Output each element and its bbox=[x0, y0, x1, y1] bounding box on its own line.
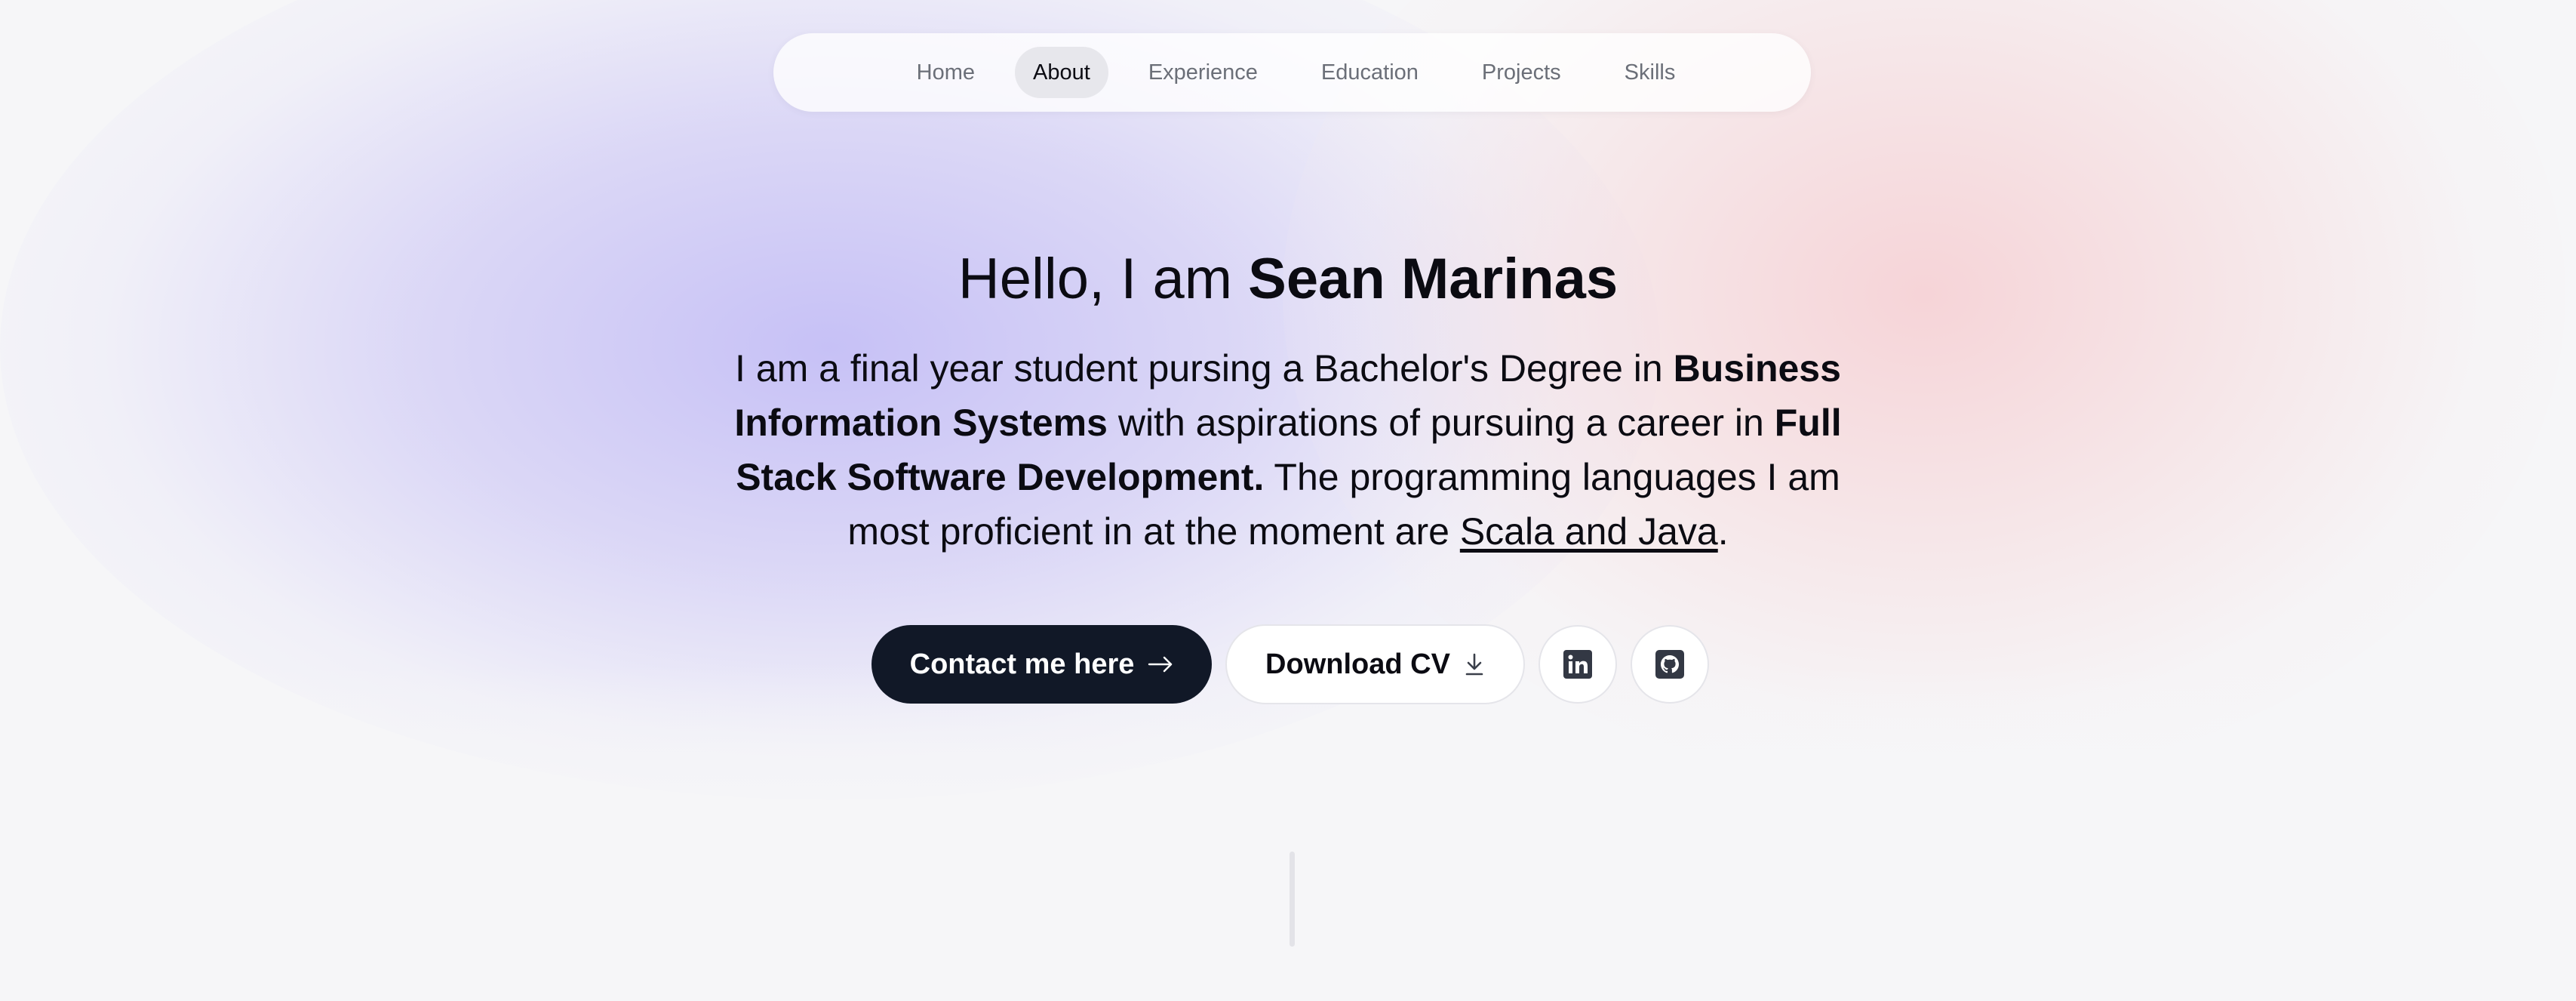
background-fade bbox=[0, 664, 2576, 1001]
github-button[interactable] bbox=[1631, 625, 1709, 704]
nav-item-education[interactable]: Education bbox=[1298, 47, 1442, 98]
contact-button[interactable]: Contact me here bbox=[871, 625, 1212, 704]
hero-intro: I am a final year student pursing a Bach… bbox=[722, 341, 1854, 559]
hero-actions: Contact me here Download CV bbox=[871, 624, 1709, 704]
hero-title: Hello, I am Sean Marinas bbox=[0, 240, 2576, 319]
hero-section: Hello, I am Sean Marinas I am a final ye… bbox=[0, 240, 2576, 559]
nav-item-projects[interactable]: Projects bbox=[1459, 47, 1585, 98]
arrow-right-icon bbox=[1148, 656, 1173, 673]
nav-item-skills[interactable]: Skills bbox=[1601, 47, 1699, 98]
contact-button-label: Contact me here bbox=[909, 648, 1135, 680]
nav-item-about[interactable]: About bbox=[1015, 47, 1108, 98]
intro-languages: Scala and Java bbox=[1459, 510, 1718, 553]
nav-item-experience[interactable]: Experience bbox=[1125, 47, 1281, 98]
download-cv-label: Download CV bbox=[1265, 648, 1450, 680]
download-cv-button[interactable]: Download CV bbox=[1225, 624, 1525, 704]
linkedin-button[interactable] bbox=[1539, 625, 1617, 704]
intro-text-1: I am a final year student pursing a Bach… bbox=[735, 347, 1674, 390]
nav-list: Home About Experience Education Projects… bbox=[893, 47, 1699, 98]
top-navigation: Home About Experience Education Projects… bbox=[773, 33, 1811, 112]
scroll-indicator bbox=[1290, 852, 1295, 947]
hero-greeting: Hello, I am bbox=[958, 247, 1249, 311]
linkedin-icon bbox=[1563, 650, 1592, 679]
intro-text-4: . bbox=[1717, 510, 1729, 553]
nav-item-home[interactable]: Home bbox=[893, 47, 998, 98]
hero-name: Sean Marinas bbox=[1248, 247, 1618, 311]
github-icon bbox=[1655, 650, 1684, 679]
intro-text-2: with aspirations of pursuing a career in bbox=[1107, 402, 1775, 444]
download-icon bbox=[1464, 652, 1485, 676]
